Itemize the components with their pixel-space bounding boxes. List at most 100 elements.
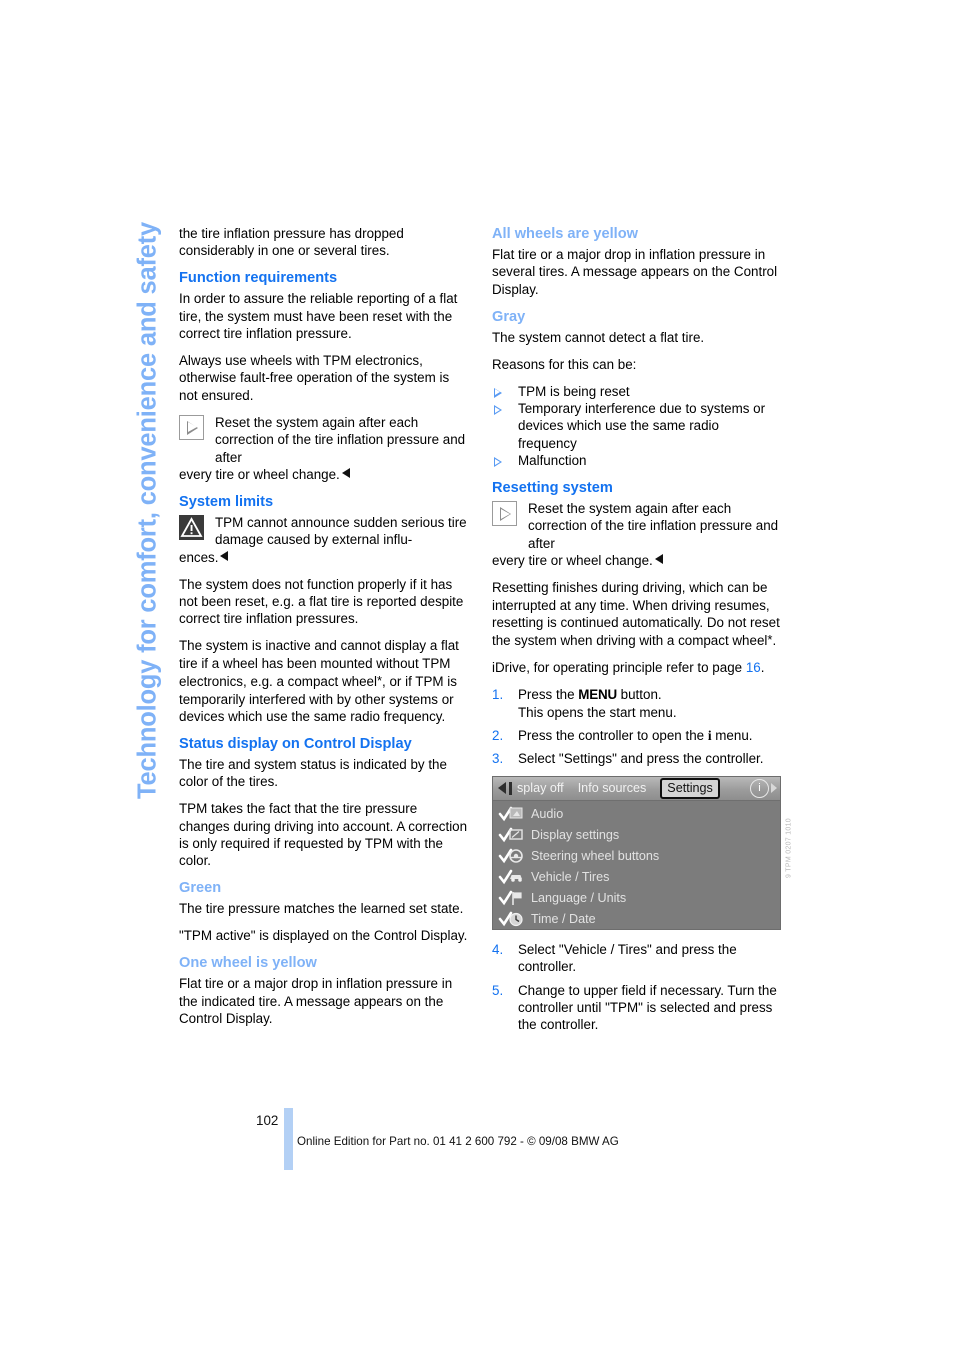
step-number: 3.: [492, 751, 504, 767]
display-icon: [498, 826, 526, 845]
tab-info-sources[interactable]: Info sources: [578, 780, 647, 797]
note-text-indented: Reset the system again after each correc…: [528, 501, 779, 551]
footer-credit: Online Edition for Part no. 01 41 2 600 …: [297, 1135, 619, 1148]
step-text-part1: Press the controller to open the: [518, 728, 708, 744]
chevron-right-icon[interactable]: [771, 783, 777, 794]
step-text-part2: menu.: [711, 728, 753, 744]
page-number: 102: [256, 1113, 279, 1128]
step-number: 1.: [492, 687, 504, 703]
left-column: the tire inflation pressure has dropped …: [179, 225, 468, 1037]
right-column: All wheels are yellow Flat tire or a maj…: [492, 225, 792, 1042]
reset-steps-list: 1. Press the MENU button. This opens the …: [492, 686, 781, 768]
reset-steps-list-continued: 4. Select "Vehicle / Tires" and press th…: [492, 941, 781, 1034]
step-text-part1: Press the: [518, 687, 579, 703]
note-block-reset: Reset the system again after each correc…: [179, 414, 468, 484]
idrive-screenshot: splay off Info sources Settings i Audio …: [492, 775, 792, 930]
step-item: 1. Press the MENU button. This opens the …: [492, 686, 781, 721]
resetting-system-p1: Resetting finishes during driving, which…: [492, 579, 781, 650]
list-item: Malfunction: [492, 452, 781, 469]
idrive-display: splay off Info sources Settings i Audio …: [492, 775, 781, 930]
green-p2: "TPM active" is displayed on the Control…: [179, 928, 468, 944]
note-text-run-label: every tire or wheel change.: [179, 466, 340, 482]
audio-icon: [498, 805, 526, 824]
warning-text: TPM cannot announce sudden serious tire …: [179, 514, 468, 566]
status-display-p2: TPM takes the fact that the tire pressur…: [179, 801, 468, 869]
step-text: Change to upper field if necessary. Turn…: [518, 982, 777, 1033]
note-text-run-label: every tire or wheel change.: [492, 553, 653, 569]
gray-p2: Reasons for this can be:: [492, 356, 637, 372]
idrive-ref-part2: .: [760, 660, 765, 676]
gray-p1: The system cannot detect a flat tire.: [492, 329, 705, 345]
image-reference-code: 9 TPM 0207 1010: [783, 818, 795, 888]
manual-page: Technology for comfort, convenience and …: [0, 0, 954, 1350]
idrive-page-reference: iDrive, for operating principle refer to…: [492, 659, 781, 676]
menu-item-label: Vehicle / Tires: [531, 869, 610, 884]
heading-function-requirements: Function requirements: [179, 270, 338, 287]
menu-item-label: Audio: [531, 806, 564, 821]
flag-icon: [498, 889, 526, 908]
function-requirements-p1: In order to assure the reliable reportin…: [179, 291, 458, 342]
running-head-text: Technology for comfort, convenience and …: [133, 222, 162, 799]
step-text: Press the controller to open the i menu.: [518, 728, 752, 743]
step-text: Press the MENU button. This opens the sta…: [518, 687, 677, 719]
step-number: 5.: [492, 982, 504, 998]
step-text: Select "Vehicle / Tires" and press the c…: [518, 941, 737, 975]
image-reference-code-text: 9 TPM 0207 1010: [785, 817, 793, 878]
running-head: Technology for comfort, convenience and …: [122, 222, 174, 922]
warning-block-tpm: TPM cannot announce sudden serious tire …: [179, 514, 468, 566]
tab-divider: [509, 781, 512, 795]
menu-item-label: Display settings: [531, 827, 620, 842]
note-end-marker: [654, 554, 663, 565]
warning-text-run-label: ences.: [179, 549, 219, 565]
idrive-ref-part1: iDrive, for operating principle refer to…: [492, 660, 746, 676]
menu-item-label: Language / Units: [531, 890, 627, 905]
step-item: 3. Select "Settings" and press the contr…: [492, 750, 781, 767]
menu-item-display-settings[interactable]: Display settings: [498, 825, 780, 846]
system-limits-p2: The system is inactive and cannot displa…: [179, 637, 468, 725]
note-end-marker: [341, 467, 350, 478]
resetting-p1-part2: .: [772, 633, 777, 649]
all-wheels-yellow-p1: Flat tire or a major drop in inflation p…: [492, 247, 778, 297]
triangle-bullet-icon: [494, 387, 502, 398]
step-item: 4. Select "Vehicle / Tires" and press th…: [492, 941, 781, 976]
vehicle-icon: [498, 868, 526, 887]
heading-green: Green: [179, 880, 222, 897]
note-text-run: every tire or wheel change.: [492, 552, 781, 569]
step-item: 5. Change to upper field if necessary. T…: [492, 982, 781, 1034]
heading-resetting-system: Resetting system: [492, 480, 613, 497]
heading-system-limits: System limits: [179, 493, 274, 510]
heading-all-wheels-yellow: All wheels are yellow: [492, 226, 639, 242]
note-triangle-icon: [492, 501, 517, 527]
page-link[interactable]: 16: [746, 660, 761, 675]
tab-settings[interactable]: Settings: [660, 777, 720, 800]
menu-button-label: MENU: [578, 687, 617, 703]
menu-item-vehicle-tires[interactable]: Vehicle / Tires: [498, 867, 780, 888]
step-text-part2: button.: [616, 687, 662, 703]
menu-item-audio[interactable]: Audio: [498, 804, 780, 825]
heading-gray: Gray: [492, 308, 526, 325]
step-item: 2. Press the controller to open the i me…: [492, 727, 781, 744]
triangle-bullet-icon: [494, 457, 502, 468]
idrive-tab-bar: splay off Info sources Settings i: [493, 776, 780, 801]
list-item-label: Temporary interference due to systems or…: [518, 400, 766, 451]
menu-item-time-date[interactable]: Time / Date: [498, 909, 780, 929]
resetting-p1-part1: Resetting finishes during driving, which…: [492, 580, 780, 649]
menu-item-steering-wheel-buttons[interactable]: Steering wheel buttons: [498, 846, 780, 867]
note-triangle-icon: [179, 414, 204, 440]
list-item-label: Malfunction: [518, 453, 587, 469]
menu-item-language-units[interactable]: Language / Units: [498, 888, 780, 909]
info-icon[interactable]: i: [750, 778, 769, 798]
system-limits-p1: The system does not function properly if…: [179, 576, 464, 627]
warning-end-marker: [220, 550, 229, 561]
warning-triangle-icon: [179, 514, 204, 540]
back-arrow-icon[interactable]: [498, 782, 506, 795]
heading-one-wheel-yellow: One wheel is yellow: [179, 955, 317, 972]
triangle-bullet-icon: [494, 404, 502, 415]
one-wheel-yellow-p1: Flat tire or a major drop in inflation p…: [179, 976, 453, 1026]
tab-display-off[interactable]: splay off: [517, 780, 564, 797]
intro-paragraph: the tire inflation pressure has dropped …: [179, 226, 404, 259]
note-text-run: every tire or wheel change.: [179, 466, 468, 483]
step-text: Select "Settings" and press the controll…: [518, 751, 764, 767]
status-display-p1: The tire and system status is indicated …: [179, 756, 447, 790]
step-number: 4.: [492, 941, 504, 957]
